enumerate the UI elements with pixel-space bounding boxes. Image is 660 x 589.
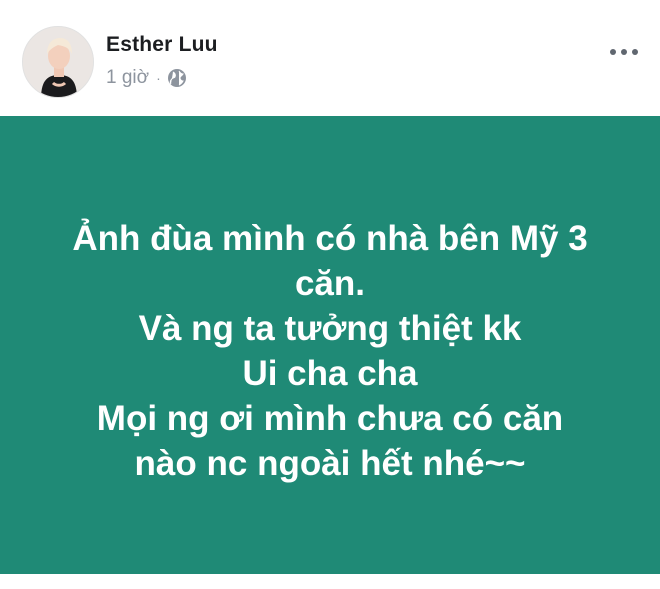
post-header: Esther Luu 1 giờ · xyxy=(0,0,660,116)
status-line: nào nc ngoài hết nhé~~ xyxy=(134,444,526,483)
status-text: Ảnh đùa mình có nhà bên Mỹ 3 căn. Và ng … xyxy=(50,216,610,486)
more-horizontal-icon xyxy=(621,49,627,55)
bottom-white-strip xyxy=(0,574,660,589)
globe-icon[interactable] xyxy=(167,68,187,88)
facebook-post: Esther Luu 1 giờ · Ảnh đùa mình có nhà b… xyxy=(0,0,660,589)
profile-photo xyxy=(23,27,93,97)
author-name[interactable]: Esther Luu xyxy=(106,33,218,57)
status-line: Mọi ng ơi mình chưa có căn xyxy=(96,399,564,438)
meta-separator: · xyxy=(156,70,161,86)
status-line: Ui cha cha xyxy=(242,354,418,393)
post-meta: 1 giờ · xyxy=(106,66,187,90)
more-horizontal-icon xyxy=(610,49,616,55)
more-horizontal-icon xyxy=(632,49,638,55)
status-line: Ảnh đùa mình có nhà bên Mỹ 3 xyxy=(72,219,588,258)
status-line: căn. xyxy=(294,264,366,303)
colored-status-card: Ảnh đùa mình có nhà bên Mỹ 3 căn. Và ng … xyxy=(0,116,660,574)
avatar[interactable] xyxy=(22,26,94,98)
post-timestamp[interactable]: 1 giờ xyxy=(106,67,149,89)
more-options-button[interactable] xyxy=(602,40,646,64)
status-line: Và ng ta tưởng thiệt kk xyxy=(138,309,522,348)
